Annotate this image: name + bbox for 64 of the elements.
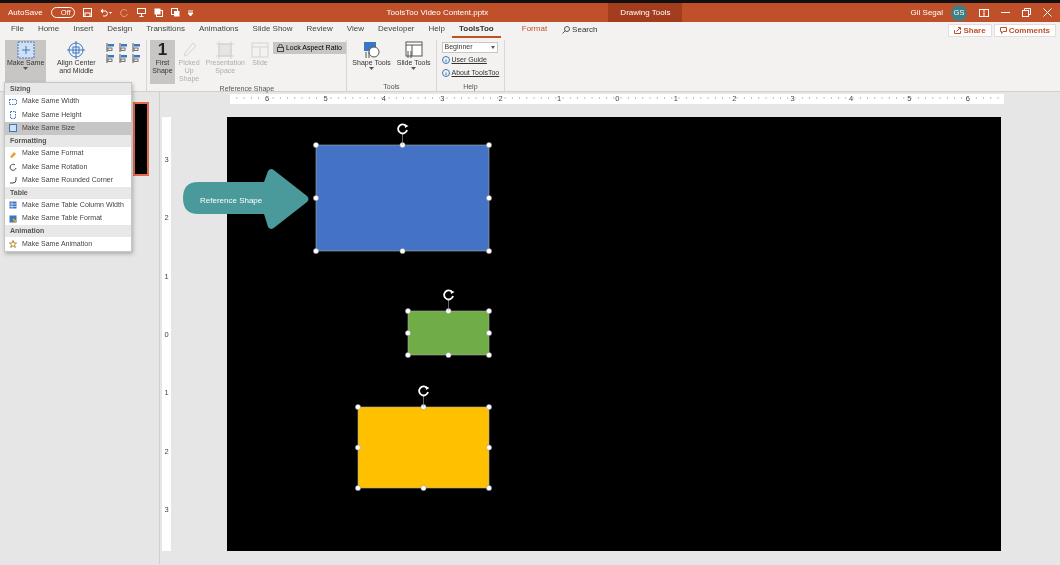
autosave-label: AutoSave [8, 6, 43, 19]
menu-tab[interactable]: Home [30, 22, 67, 38]
tool-icon [404, 41, 423, 59]
menu-tab[interactable]: Developer [371, 22, 422, 38]
caret-icon [490, 46, 495, 49]
ribbon-display-icon[interactable] [979, 8, 989, 17]
comments-button[interactable]: Comments [993, 23, 1056, 37]
tool-icon [67, 41, 86, 59]
menu-tab[interactable]: Help [421, 22, 452, 38]
tool-icon [180, 41, 199, 59]
menu-item-icon [9, 214, 17, 223]
menu-tab[interactable]: View [339, 22, 372, 38]
caret-icon [23, 67, 29, 70]
selection-handles[interactable] [405, 299, 492, 358]
tool-icon [16, 41, 35, 59]
menu-tab[interactable]: Insert [66, 22, 101, 38]
restore-icon[interactable] [1022, 8, 1031, 17]
align-icon[interactable] [132, 54, 143, 63]
tool-icon [362, 41, 381, 59]
arrow-callout-shape[interactable] [183, 169, 309, 229]
window-icon[interactable] [153, 8, 163, 17]
presentation-icon[interactable] [136, 8, 146, 17]
lock-icon [276, 44, 284, 52]
search-icon[interactable] [562, 26, 571, 34]
menu-item-icon [9, 201, 17, 210]
menu-tab[interactable]: Animations [192, 22, 246, 38]
rotate-handle-icon[interactable] [443, 289, 455, 301]
close-icon[interactable] [1043, 8, 1052, 17]
selection-handles[interactable] [313, 133, 492, 254]
menu-tab[interactable]: Review [299, 22, 340, 38]
align-icon[interactable] [119, 54, 130, 63]
caret-icon [369, 67, 375, 70]
caret-icon [411, 67, 417, 70]
save-icon[interactable] [82, 8, 92, 17]
undo-icon[interactable] [99, 8, 112, 17]
selection-handles[interactable] [355, 395, 492, 491]
menu-tab[interactable]: Design [100, 22, 140, 38]
share-icon [954, 26, 962, 34]
align-icon[interactable] [132, 43, 143, 52]
document-title: ToolsToo Video Content.pptx [386, 7, 489, 17]
rotate-handle-icon[interactable] [418, 385, 430, 397]
slide-thumbnail[interactable] [133, 102, 149, 176]
menu-tab[interactable]: File [4, 22, 31, 38]
align-icon[interactable] [106, 43, 117, 52]
rotate-handle-icon[interactable] [397, 123, 409, 135]
customize-icon[interactable] [187, 9, 193, 16]
share-button[interactable]: Share [948, 23, 992, 37]
contextual-tab-label: Drawing Tools [620, 6, 671, 19]
callout-text: Reference Shape [200, 195, 263, 207]
user-name: Gil Segal [910, 6, 943, 19]
comment-icon [999, 26, 1007, 34]
menu-tab[interactable]: Format [514, 22, 555, 38]
menu-tab[interactable]: Slide Show [245, 22, 300, 38]
align-icon[interactable] [106, 54, 117, 63]
tool-icon [216, 41, 235, 59]
align-icon[interactable] [119, 43, 130, 52]
help-icon [441, 56, 450, 65]
tool-icon [250, 41, 269, 59]
help-icon [441, 68, 450, 77]
number-icon: 1 [157, 41, 168, 59]
menu-item-icon [9, 240, 17, 248]
copy-icon[interactable] [170, 8, 180, 17]
search-label[interactable]: Search [572, 24, 598, 36]
menu-tab[interactable]: Transitions [139, 22, 192, 38]
